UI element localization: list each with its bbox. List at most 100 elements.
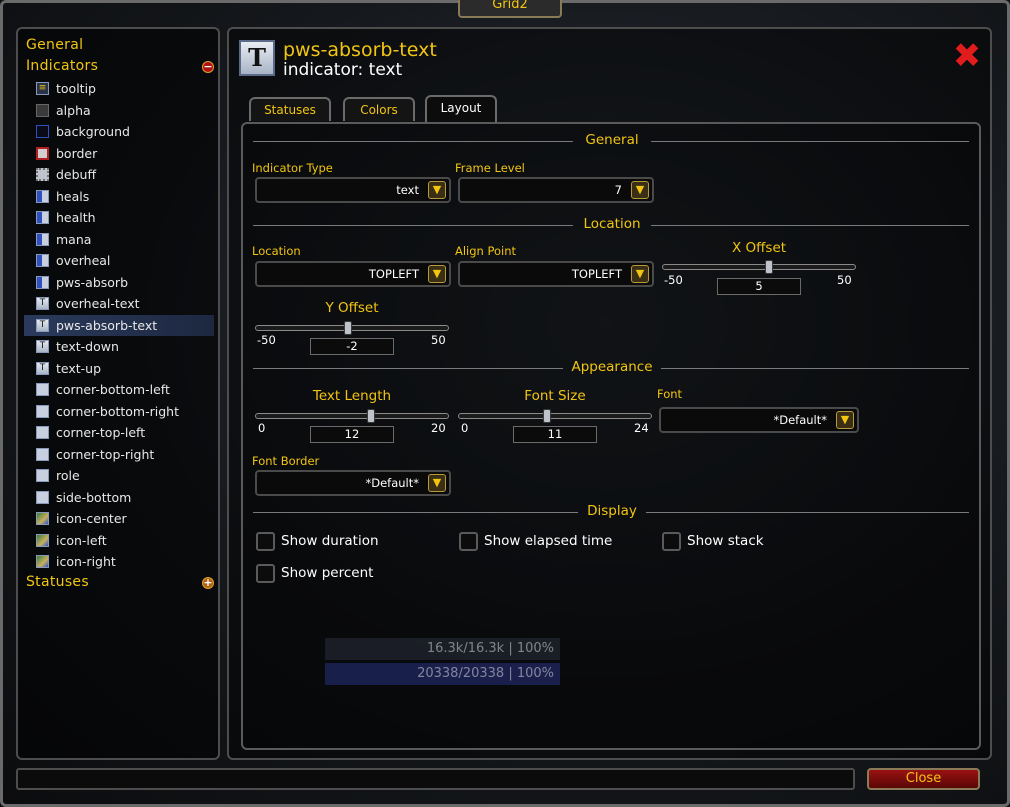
tree-item-label: text-down [56,339,119,354]
divider [253,141,573,142]
tree-item-icon-right[interactable]: icon-right [24,551,214,572]
y-offset-slider[interactable] [255,321,449,335]
divider [661,368,969,369]
text-indicator-icon: T [239,40,275,76]
frame-level-dropdown[interactable]: 7 ▼ [458,177,654,203]
image-icon [36,533,49,547]
collapse-icon[interactable]: − [202,61,214,73]
font-size-input[interactable]: 11 [513,426,597,443]
divider [253,225,573,226]
location-value: TOPLEFT [368,267,419,281]
font-dropdown[interactable]: *Default* ▼ [659,407,859,433]
location-dropdown[interactable]: TOPLEFT ▼ [255,261,451,287]
text-length-slider[interactable] [255,409,449,423]
tree-item-text-down[interactable]: Ttext-down [24,336,214,357]
show-elapsed-label: Show elapsed time [484,533,613,549]
y-offset-max: 50 [431,333,446,347]
slider-thumb[interactable] [543,409,552,423]
tree-item-alpha[interactable]: alpha [24,100,214,121]
tree-item-overheal-text[interactable]: Toverheal-text [24,293,214,314]
tree-item-tooltip[interactable]: ≡ tooltip [24,78,214,99]
show-duration-checkbox[interactable] [256,532,275,551]
tree-item-label: side-bottom [56,489,132,505]
tree-item-corner-top-right[interactable]: corner-top-right [24,444,214,465]
indicator-type-value: text [396,183,419,197]
image-icon [36,555,49,568]
background-mana-bar: 20338/20338 | 100% [325,663,560,685]
arrow-down-icon[interactable]: ▼ [428,265,446,283]
text-length-input[interactable]: 12 [310,426,394,443]
arrow-down-icon[interactable]: ▼ [428,474,446,492]
font-size-label: Font Size [524,388,586,404]
tree-item-heals[interactable]: heals [24,186,214,207]
border-icon [36,146,49,160]
tree-item-role[interactable]: role [24,465,214,486]
tree-item-side-bottom[interactable]: side-bottom [24,487,214,508]
tab-layout[interactable]: Layout [425,95,497,122]
tree-item-overheal[interactable]: overheal [24,250,214,271]
tree-item-pws-absorb[interactable]: pws-absorb [24,272,214,293]
tree-category-statuses[interactable]: Statuses [26,574,89,590]
options-tree: General Indicators − ≡ tooltip alpha backgr… [16,27,220,760]
arrow-down-icon[interactable]: ▼ [631,181,649,199]
slider-thumb[interactable] [764,260,773,274]
tree-item-icon-left[interactable]: icon-left [24,530,214,551]
font-border-value: *Default* [365,476,419,490]
font-size-slider[interactable] [458,409,652,423]
tree-item-text-up[interactable]: Ttext-up [24,358,214,379]
text-icon: T [36,340,49,353]
text-icon: T [36,297,49,310]
tree-item-label: pws-absorb-text [56,317,158,333]
tree-item-border[interactable]: border [24,143,214,164]
arrow-down-icon[interactable]: ▼ [428,181,446,199]
arrow-down-icon[interactable]: ▼ [631,265,649,283]
tree-item-corner-bottom-right[interactable]: corner-bottom-right [24,401,214,422]
tree-item-debuff[interactable]: debuff [24,164,214,185]
show-percent-checkbox[interactable] [256,564,275,583]
arrow-down-icon[interactable]: ▼ [836,411,854,429]
indicator-type-label: Indicator Type [252,161,333,175]
square-icon [36,383,49,396]
delete-icon[interactable]: ✖ [951,39,983,73]
tree-item-mana[interactable]: mana [24,229,214,250]
y-offset-input[interactable]: -2 [310,338,394,355]
tree-category-indicators[interactable]: Indicators [26,58,98,74]
align-point-dropdown[interactable]: TOPLEFT ▼ [458,261,654,287]
text-icon: T [36,361,49,375]
slider-thumb[interactable] [367,409,376,423]
show-elapsed-checkbox[interactable] [459,532,478,551]
indicator-title: pws-absorb-text [283,39,437,61]
font-border-dropdown[interactable]: *Default* ▼ [255,470,451,496]
tree-item-icon-center[interactable]: icon-center [24,508,214,529]
frame-level-label: Frame Level [455,161,525,175]
divider [646,512,969,513]
tree-item-label: heals [56,188,90,204]
tab-statuses[interactable]: Statuses [249,97,331,121]
y-offset-label: Y Offset [325,300,379,316]
x-offset-slider[interactable] [662,260,856,274]
expand-icon[interactable]: + [202,577,214,589]
divider [651,141,969,142]
window-title[interactable]: Grid2 [458,0,562,18]
show-stack-checkbox[interactable] [662,532,681,551]
indicator-type-dropdown[interactable]: text ▼ [255,177,451,203]
tree-item-label: background [56,124,130,139]
tree-item-corner-bottom-left[interactable]: corner-bottom-left [24,379,214,400]
location-label: Location [252,244,301,258]
tree-item-label: pws-absorb [56,274,129,290]
tree-item-pws-absorb-text[interactable]: Tpws-absorb-text [24,314,214,336]
slider-thumb[interactable] [344,321,353,335]
close-button[interactable]: Close [867,768,980,790]
tree-category-general[interactable]: General [26,37,83,53]
x-offset-input[interactable]: 5 [717,278,801,295]
tree-item-label: overheal [56,253,111,268]
x-offset-label: X Offset [731,240,787,256]
tree-item-label: corner-top-left [56,425,146,440]
section-display: Display [587,503,637,519]
tree-item-label: overheal-text [56,296,140,311]
tree-item-corner-top-left[interactable]: corner-top-left [24,422,214,443]
tree-item-background[interactable]: background [24,121,214,142]
tree-item-label: mana [56,231,92,247]
tab-colors[interactable]: Colors [343,97,415,121]
tree-item-health[interactable]: health [24,207,214,228]
